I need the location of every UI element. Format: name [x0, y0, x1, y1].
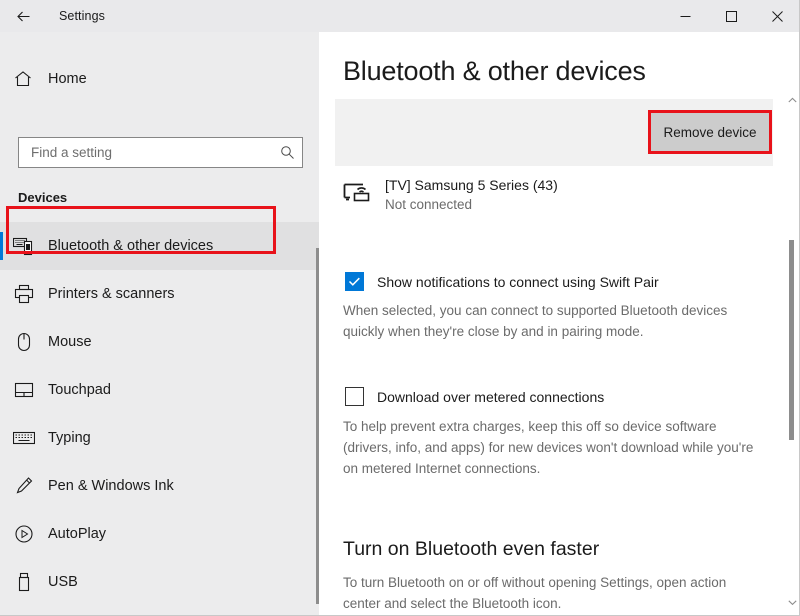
sidebar-bluetooth-highlight	[6, 206, 276, 254]
title-bar: Settings	[0, 0, 800, 32]
sidebar-item-label: USB	[48, 574, 78, 590]
sidebar-item-label: Pen & Windows Ink	[48, 478, 174, 494]
sidebar-item-touchpad[interactable]: Touchpad	[0, 366, 319, 414]
usb-icon	[0, 572, 48, 592]
sidebar-item-home[interactable]: Home	[0, 60, 300, 98]
metered-checkbox[interactable]	[345, 387, 364, 406]
swift-pair-label: Show notifications to connect using Swif…	[377, 274, 659, 290]
main-scrollbar-thumb[interactable]	[789, 240, 794, 440]
sidebar-item-usb[interactable]: USB	[0, 558, 319, 606]
search-input[interactable]	[19, 145, 272, 160]
swift-pair-checkbox[interactable]	[345, 272, 364, 291]
back-arrow-icon[interactable]	[0, 0, 46, 32]
sidebar-item-label: AutoPlay	[48, 526, 106, 542]
metered-checkbox-row[interactable]: Download over metered connections	[345, 387, 604, 406]
sidebar: Home Devices	[0, 32, 319, 616]
sidebar-item-label: Mouse	[48, 334, 92, 350]
settings-window: Settings Home	[0, 0, 800, 616]
sidebar-nav-list: Bluetooth & other devices Printers & sca…	[0, 222, 319, 606]
sidebar-home-label: Home	[48, 71, 87, 87]
remove-device-highlight: Remove device	[648, 110, 772, 154]
keyboard-icon	[0, 431, 48, 445]
printer-icon	[0, 284, 48, 304]
sidebar-item-label: Printers & scanners	[48, 286, 175, 302]
minimize-button[interactable]	[662, 0, 708, 32]
search-icon[interactable]	[272, 145, 302, 160]
window-controls	[662, 0, 800, 32]
scroll-up-chevron-icon[interactable]	[785, 92, 799, 108]
sidebar-item-autoplay[interactable]: AutoPlay	[0, 510, 319, 558]
device-list-item[interactable]: [TV] Samsung 5 Series (43) Not connected	[343, 176, 558, 215]
wireless-display-icon	[343, 176, 385, 206]
page-title: Bluetooth & other devices	[343, 56, 646, 87]
selection-indicator	[0, 232, 3, 260]
device-status: Not connected	[385, 195, 558, 215]
home-icon	[0, 70, 46, 88]
autoplay-icon	[0, 524, 48, 544]
close-button[interactable]	[754, 0, 800, 32]
metered-description: To help prevent extra charges, keep this…	[343, 416, 763, 479]
search-box[interactable]	[18, 137, 303, 168]
remove-device-button[interactable]: Remove device	[651, 113, 769, 151]
device-text-block: [TV] Samsung 5 Series (43) Not connected	[385, 176, 558, 215]
sidebar-item-label: Typing	[48, 430, 91, 446]
sidebar-item-printers-scanners[interactable]: Printers & scanners	[0, 270, 319, 318]
mouse-icon	[0, 332, 48, 352]
app-title: Settings	[59, 9, 105, 23]
faster-section-description: To turn Bluetooth on or off without open…	[343, 572, 763, 614]
sidebar-item-label: Touchpad	[48, 382, 111, 398]
swift-pair-checkbox-row[interactable]: Show notifications to connect using Swif…	[345, 272, 659, 291]
swift-pair-description: When selected, you can connect to suppor…	[343, 300, 763, 342]
touchpad-icon	[0, 382, 48, 398]
pen-icon	[0, 476, 48, 496]
device-name: [TV] Samsung 5 Series (43)	[385, 176, 558, 195]
maximize-button[interactable]	[708, 0, 754, 32]
main-scrollbar[interactable]	[785, 32, 799, 616]
faster-section-title: Turn on Bluetooth even faster	[343, 538, 599, 561]
scroll-down-chevron-icon[interactable]	[785, 594, 799, 610]
metered-label: Download over metered connections	[377, 389, 604, 405]
sidebar-item-mouse[interactable]: Mouse	[0, 318, 319, 366]
sidebar-group-title: Devices	[18, 190, 67, 205]
sidebar-item-typing[interactable]: Typing	[0, 414, 319, 462]
sidebar-item-pen-windows-ink[interactable]: Pen & Windows Ink	[0, 462, 319, 510]
